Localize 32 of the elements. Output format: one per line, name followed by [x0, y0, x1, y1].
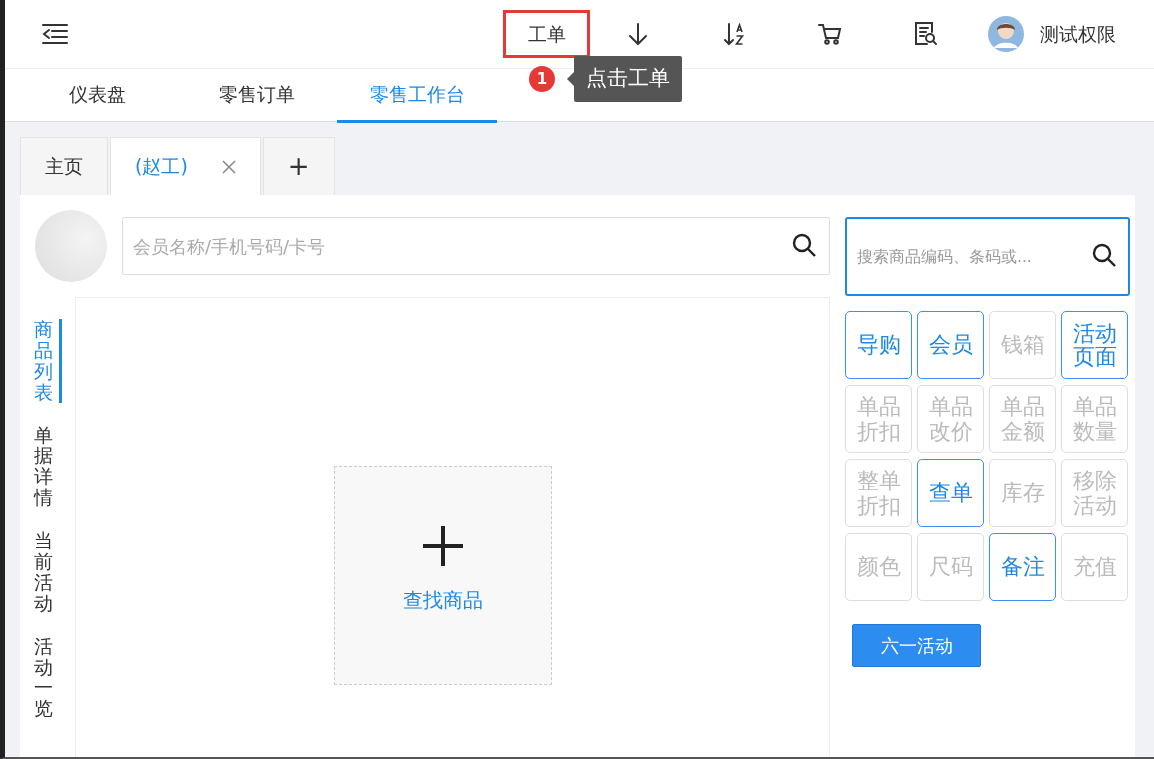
close-icon[interactable]: [221, 159, 236, 174]
user-name[interactable]: 测试权限: [1040, 19, 1116, 49]
page-tab[interactable]: (赵工): [110, 137, 261, 195]
side-tab[interactable]: 商品列表: [33, 319, 62, 403]
product-search-field[interactable]: 搜索商品编码、条码或...: [845, 217, 1130, 296]
work-order-button[interactable]: 工单: [503, 10, 590, 58]
plus-icon: [421, 525, 464, 567]
avatar-icon: [988, 16, 1024, 52]
nav-tab[interactable]: 零售订单: [177, 69, 337, 123]
search-icon[interactable]: [1092, 243, 1118, 269]
find-product-button[interactable]: 查找商品: [333, 466, 552, 685]
promo-button[interactable]: 六一活动: [852, 624, 981, 667]
nav-tab[interactable]: 仪表盘: [17, 69, 177, 123]
cart-icon[interactable]: [817, 22, 843, 46]
member-search-field[interactable]: 会员名称/手机号码/卡号: [122, 217, 830, 275]
action-button[interactable]: 备注: [989, 533, 1056, 601]
tooltip: 点击工单: [574, 56, 682, 102]
action-button[interactable]: 活动页面: [1061, 311, 1128, 379]
action-button[interactable]: 导购: [845, 311, 912, 379]
search-icon[interactable]: [792, 233, 818, 259]
add-tab-button[interactable]: +: [262, 137, 335, 195]
action-button[interactable]: 查单: [917, 459, 984, 527]
document-search-icon[interactable]: [913, 21, 939, 47]
nav-tab[interactable]: 零售工作台: [337, 69, 497, 123]
action-button[interactable]: 会员: [917, 311, 984, 379]
menu-collapse-icon[interactable]: [41, 23, 69, 45]
side-tab[interactable]: 单据详情: [33, 424, 62, 509]
side-tab[interactable]: 当前活动: [33, 530, 62, 614]
side-tab[interactable]: 活动一览: [33, 635, 62, 720]
arrow-down-icon[interactable]: [627, 22, 649, 46]
sort-az-icon[interactable]: [723, 22, 745, 46]
page-tab[interactable]: 主页: [20, 137, 108, 195]
